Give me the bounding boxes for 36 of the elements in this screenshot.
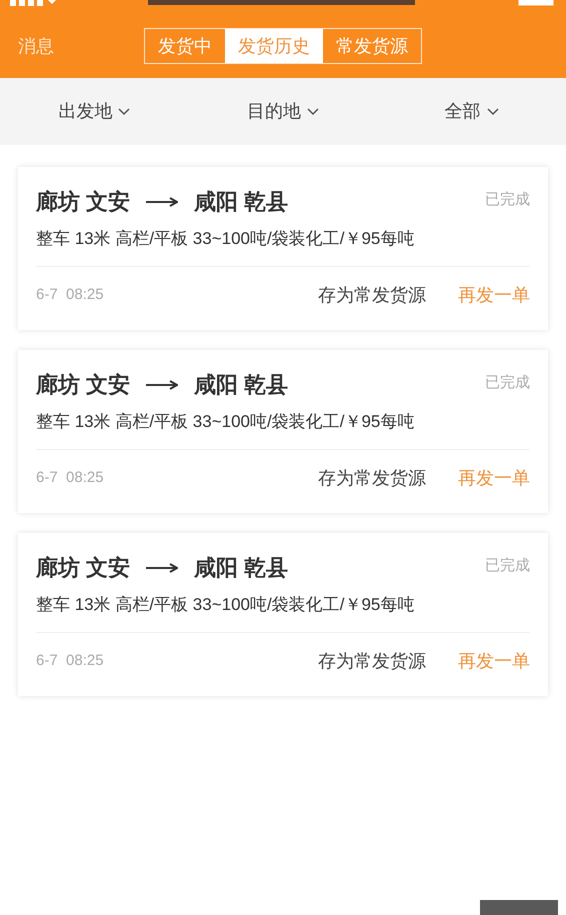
arrow-right-icon xyxy=(146,562,178,572)
tab[interactable]: 发货中 xyxy=(145,29,225,63)
destination-text: 咸阳 乾县 xyxy=(194,188,288,216)
filter-dropdown[interactable]: 出发地 xyxy=(58,98,130,125)
chevron-down-icon xyxy=(486,108,499,116)
origin-text: 廊坊 文安 xyxy=(36,554,130,582)
filter-dropdown[interactable]: 目的地 xyxy=(247,98,319,125)
action-link[interactable]: 存为常发货源 xyxy=(318,282,426,309)
action-link[interactable]: 再发一单 xyxy=(458,648,530,675)
status-text: 已完成 xyxy=(485,373,530,393)
messages-link[interactable]: 消息 xyxy=(18,32,54,60)
arrow-right-icon xyxy=(146,380,178,390)
tab[interactable]: 发货历史 xyxy=(225,29,323,63)
origin-text: 廊坊 文安 xyxy=(36,188,130,216)
details-text: 整车 13米 高栏/平板 33~100吨/袋装化工/￥95每吨 xyxy=(36,592,530,632)
filter-dropdown[interactable]: 全部 xyxy=(444,98,499,125)
action-link[interactable]: 再发一单 xyxy=(458,282,530,309)
time-text: 6-7 08:25 xyxy=(36,285,104,306)
destination-text: 咸阳 乾县 xyxy=(194,554,288,582)
arrow-right-icon xyxy=(146,196,178,206)
battery-icon xyxy=(518,0,556,6)
origin-text: 廊坊 文安 xyxy=(36,371,130,399)
action-link[interactable]: 存为常发货源 xyxy=(318,465,426,492)
chevron-down-icon xyxy=(307,108,319,116)
action-link[interactable]: 存为常发货源 xyxy=(318,648,426,675)
action-link[interactable]: 再发一单 xyxy=(458,465,530,492)
chevron-down-icon xyxy=(118,108,130,116)
status-text: 已完成 xyxy=(485,556,530,576)
tab[interactable]: 常发货源 xyxy=(323,29,421,63)
destination-text: 咸阳 乾县 xyxy=(194,371,288,399)
details-text: 整车 13米 高栏/平板 33~100吨/袋装化工/￥95每吨 xyxy=(36,226,530,266)
signal-icon xyxy=(10,0,56,6)
time-text: 6-7 08:25 xyxy=(36,651,104,672)
status-text: 已完成 xyxy=(485,190,530,210)
details-text: 整车 13米 高栏/平板 33~100吨/袋装化工/￥95每吨 xyxy=(36,409,530,450)
time-text: 6-7 08:25 xyxy=(36,468,104,488)
